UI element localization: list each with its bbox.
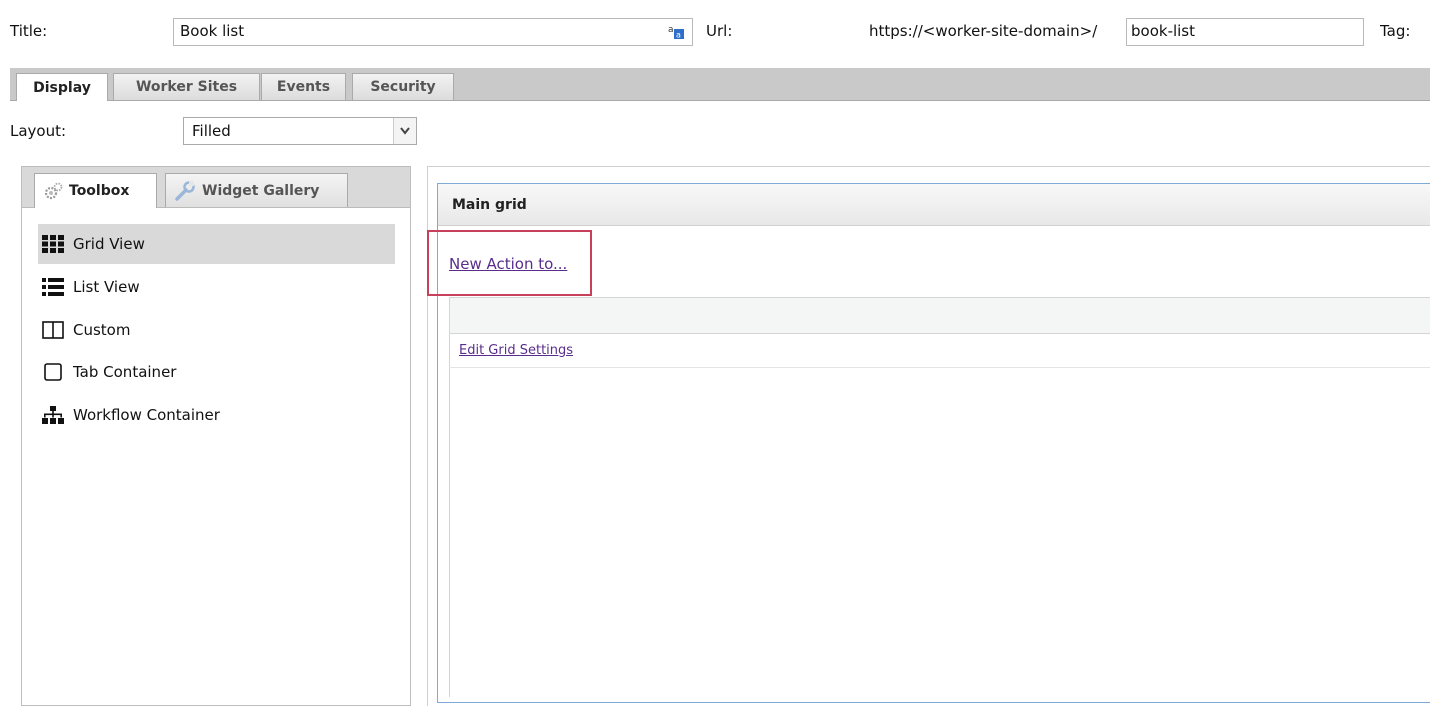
tab-container-icon [42, 363, 64, 381]
wrench-icon [174, 180, 196, 202]
translate-icon[interactable]: a a [668, 23, 684, 39]
main-grid-header: Main grid [438, 184, 1430, 226]
gear-icon [43, 181, 63, 201]
list-view-icon [42, 278, 64, 296]
main-tab-strip: Display Worker Sites Events Security [10, 68, 1430, 101]
tool-label: Grid View [73, 235, 145, 253]
tool-grid-view[interactable]: Grid View [38, 224, 395, 264]
toolbox-tab-strip: Toolbox Widget Gallery [22, 167, 410, 208]
tool-workflow-container[interactable]: Workflow Container [38, 395, 395, 435]
title-input-value: Book list [180, 22, 245, 40]
url-input-value: book-list [1131, 22, 1196, 40]
layout-select-value: Filled [192, 122, 231, 140]
svg-text:a: a [668, 25, 674, 35]
svg-text:a: a [676, 31, 681, 40]
url-prefix: https://<worker-site-domain>/ [869, 22, 1098, 40]
grid-settings-row: Edit Grid Settings [449, 334, 1430, 368]
tool-tab-container[interactable]: Tab Container [38, 352, 395, 392]
layout-select[interactable]: Filled [183, 117, 417, 145]
layout-label: Layout: [10, 122, 67, 140]
main-grid-title: Main grid [452, 196, 527, 213]
tool-label: List View [73, 278, 140, 296]
tool-label: Workflow Container [73, 406, 220, 424]
tool-label: Custom [73, 321, 131, 339]
grid-view-icon [42, 235, 64, 253]
tag-label: Tag: [1380, 22, 1411, 40]
toolbox-panel: Toolbox Widget Gallery Grid View List Vi… [21, 166, 411, 706]
url-label: Url: [706, 22, 733, 40]
chevron-down-icon[interactable] [393, 118, 416, 144]
tool-label: Tab Container [73, 363, 177, 381]
url-input[interactable]: book-list [1126, 18, 1364, 46]
custom-columns-icon [42, 321, 64, 339]
tab-display[interactable]: Display [16, 73, 108, 101]
title-input[interactable]: Book list a a [173, 18, 693, 46]
tab-toolbox[interactable]: Toolbox [34, 173, 157, 208]
tab-widget-gallery[interactable]: Widget Gallery [165, 173, 348, 207]
tool-list-view[interactable]: List View [38, 267, 395, 307]
edit-grid-settings-link[interactable]: Edit Grid Settings [459, 343, 573, 358]
workflow-icon [42, 406, 64, 424]
grid-column-header-row [449, 297, 1430, 334]
title-label: Title: [10, 22, 48, 40]
tab-worker-sites[interactable]: Worker Sites [113, 73, 260, 100]
tab-events[interactable]: Events [261, 73, 346, 100]
highlight-box [427, 230, 592, 296]
tab-security[interactable]: Security [352, 73, 454, 100]
tool-custom[interactable]: Custom [38, 310, 395, 350]
